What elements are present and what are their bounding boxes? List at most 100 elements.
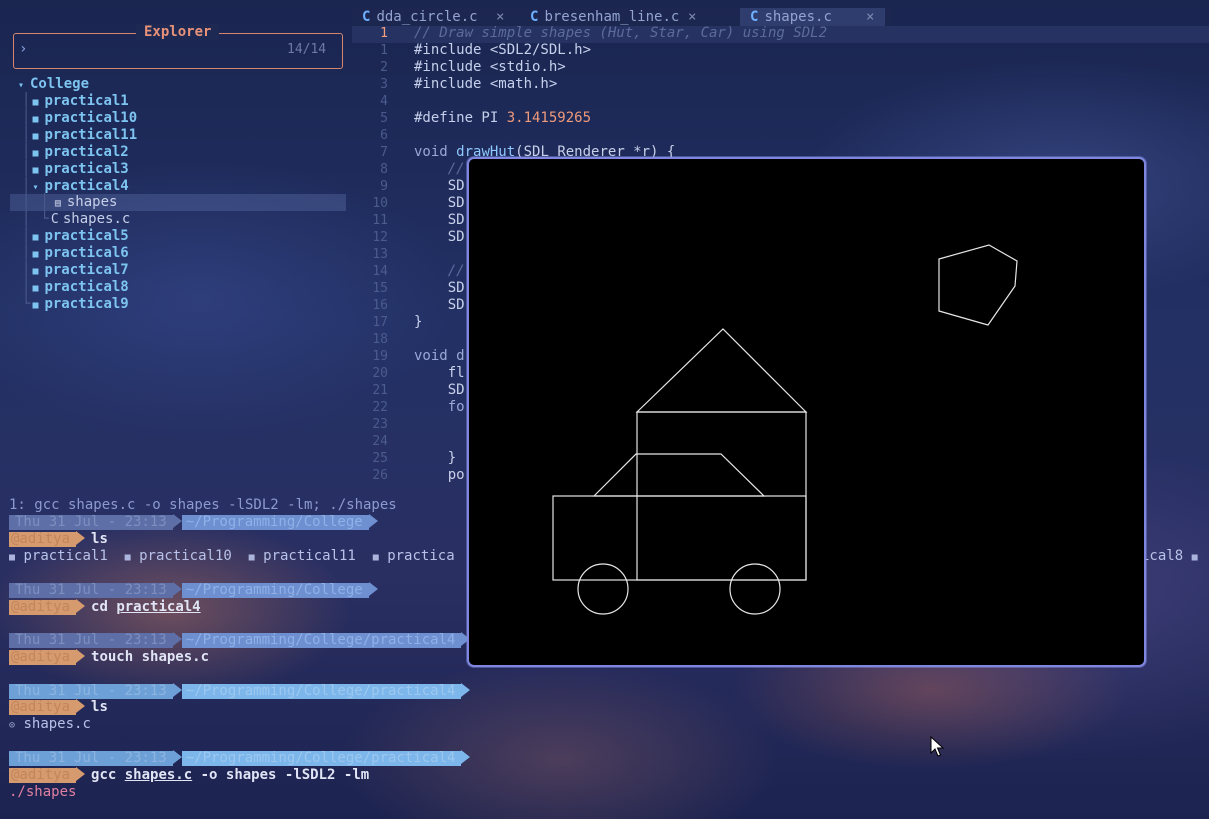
c-file-icon: C bbox=[362, 9, 371, 25]
prompt-header: Thu 31 Jul - 23:13 ~/Programming/College/… bbox=[9, 683, 471, 700]
tree-item-label: practical10 bbox=[44, 110, 138, 126]
prompt-arrow bbox=[461, 750, 471, 764]
line-number: 8 bbox=[380, 162, 388, 177]
folder-icon: ■ bbox=[124, 552, 131, 563]
c-source-icon: ⊙ bbox=[9, 720, 16, 731]
tree-item[interactable]: │ ■ practical2 bbox=[10, 144, 346, 161]
tree-item[interactable]: │ ▾ practical4 bbox=[10, 178, 346, 195]
tree-item-label: practical4 bbox=[44, 178, 129, 194]
line-number: 4 bbox=[380, 94, 388, 109]
terminal-command: touch shapes.c bbox=[91, 649, 210, 665]
close-icon[interactable]: × bbox=[496, 8, 504, 26]
program-output: ./shapes bbox=[9, 784, 77, 800]
tree-item[interactable]: │ ■ practical10 bbox=[10, 110, 346, 127]
folder-icon: ■ bbox=[32, 266, 39, 277]
prompt-path: ~/Programming/College/practical4 bbox=[181, 684, 462, 699]
car-cabin bbox=[592, 453, 766, 497]
ls-entry: practica bbox=[387, 548, 455, 564]
tree-item-label: practical5 bbox=[44, 228, 129, 244]
tab-shapes[interactable]: Cshapes.c × bbox=[750, 8, 874, 26]
folder-icon: ■ bbox=[248, 552, 255, 563]
terminal-title: 1: gcc shapes.c -o shapes -lSDL2 -lm; ./… bbox=[9, 497, 397, 513]
code-line: // bbox=[414, 161, 465, 177]
command-text: cd bbox=[91, 599, 117, 615]
tree-item-label: practical9 bbox=[44, 296, 129, 312]
folder-icon: ■ bbox=[32, 300, 39, 311]
tree-item[interactable]: │ └ Cshapes.c bbox=[10, 211, 346, 228]
prompt-line: @aditya ls bbox=[9, 531, 108, 548]
line-number: 23 bbox=[372, 417, 388, 432]
explorer-title: Explorer bbox=[136, 24, 220, 40]
folder-icon: ■ bbox=[32, 283, 39, 294]
folder-icon: ■ bbox=[9, 552, 16, 563]
folder-icon: ■ bbox=[32, 148, 39, 159]
tree-item-selected[interactable]: │ │ ▤ shapes bbox=[10, 194, 346, 211]
c-file-icon: C bbox=[50, 212, 59, 227]
prompt-date: Thu 31 Jul - 23:13 bbox=[9, 751, 173, 766]
tree-item[interactable]: │ ■ practical11 bbox=[10, 127, 346, 144]
tree-item-label: shapes.c bbox=[62, 211, 131, 227]
prompt-line: @aditya ls bbox=[9, 699, 108, 716]
terminal-command: gcc shapes.c -o shapes -lSDL2 -lm bbox=[91, 767, 369, 783]
prompt-path: ~/Programming/College/practical4 bbox=[181, 633, 462, 648]
tab-bresenham-line[interactable]: Cbresenham_line.c × bbox=[530, 8, 696, 26]
prompt-date: Thu 31 Jul - 23:13 bbox=[9, 633, 173, 648]
prompt-separator bbox=[172, 632, 182, 646]
prompt-date: Thu 31 Jul - 23:13 bbox=[9, 684, 173, 699]
folder-icon: ■ bbox=[32, 114, 39, 125]
code-token: void bbox=[414, 144, 457, 160]
tree-item-label: practical6 bbox=[44, 245, 129, 261]
close-icon[interactable]: × bbox=[688, 8, 696, 26]
code-line: SD bbox=[414, 178, 465, 194]
code-line: SD bbox=[414, 382, 465, 398]
close-icon[interactable]: × bbox=[866, 8, 874, 26]
line-number: 2 bbox=[380, 60, 388, 75]
prompt-user: @aditya bbox=[9, 700, 77, 715]
line-number: 20 bbox=[372, 366, 388, 381]
tree-item-label: practical2 bbox=[44, 144, 129, 160]
prompt-date: Thu 31 Jul - 23:13 bbox=[9, 583, 173, 598]
ls-entry: practical10 bbox=[139, 548, 232, 564]
prompt-date: Thu 31 Jul - 23:13 bbox=[9, 515, 173, 530]
tree-item[interactable]: │ ■ practical7 bbox=[10, 262, 346, 279]
line-number: 1 bbox=[380, 43, 388, 58]
tree-item-label: practical11 bbox=[44, 127, 138, 143]
tab-dda-circle[interactable]: Cdda_circle.c × bbox=[362, 8, 504, 26]
prompt-user: @aditya bbox=[9, 532, 77, 547]
command-arg: shapes.c bbox=[124, 767, 193, 783]
tree-item[interactable]: │ ■ practical8 bbox=[10, 279, 346, 296]
terminal-command: ls bbox=[91, 531, 108, 547]
line-number: 5 bbox=[380, 111, 388, 126]
folder-icon: ■ bbox=[32, 131, 39, 142]
terminal-command: ls bbox=[91, 699, 108, 715]
sdl-output-window[interactable] bbox=[467, 157, 1146, 667]
prompt-path: ~/Programming/College bbox=[181, 515, 369, 530]
code-line: #include <math.h> bbox=[414, 76, 558, 92]
tree-item[interactable]: │ ■ practical3 bbox=[10, 161, 346, 178]
code-line: SD bbox=[414, 229, 465, 245]
prompt-line: @aditya gcc shapes.c -o shapes -lSDL2 -lm bbox=[9, 767, 369, 784]
line-number: 25 bbox=[372, 451, 388, 466]
line-number: 6 bbox=[380, 128, 388, 143]
prompt-header: Thu 31 Jul - 23:13 ~/Programming/College bbox=[9, 514, 378, 531]
prompt-arrow bbox=[76, 599, 86, 613]
tree-item[interactable]: │ ■ practical1 bbox=[10, 93, 346, 110]
car-wheel-front bbox=[577, 563, 629, 615]
code-line: SD bbox=[414, 280, 465, 296]
tree-item-label: shapes bbox=[66, 194, 118, 210]
line-number: 3 bbox=[380, 77, 388, 92]
line-number: 17 bbox=[372, 315, 388, 330]
tree-item[interactable]: │ ■ practical5 bbox=[10, 228, 346, 245]
line-number: 21 bbox=[372, 383, 388, 398]
star-pentagon bbox=[938, 244, 1018, 326]
line-number: 16 bbox=[372, 298, 388, 313]
tree-item[interactable]: └ ■ practical9 bbox=[10, 296, 346, 313]
tree-item[interactable]: │ ■ practical6 bbox=[10, 245, 346, 262]
prompt-header: Thu 31 Jul - 23:13 ~/Programming/College/… bbox=[9, 632, 471, 649]
tree-root-college[interactable]: ▾ College bbox=[10, 76, 346, 93]
prompt-arrow bbox=[76, 767, 86, 781]
folder-icon: ■ bbox=[32, 232, 39, 243]
prompt-separator bbox=[172, 683, 182, 697]
code-token: 3.14159265 bbox=[506, 110, 592, 126]
folder-icon: ■ bbox=[32, 165, 39, 176]
